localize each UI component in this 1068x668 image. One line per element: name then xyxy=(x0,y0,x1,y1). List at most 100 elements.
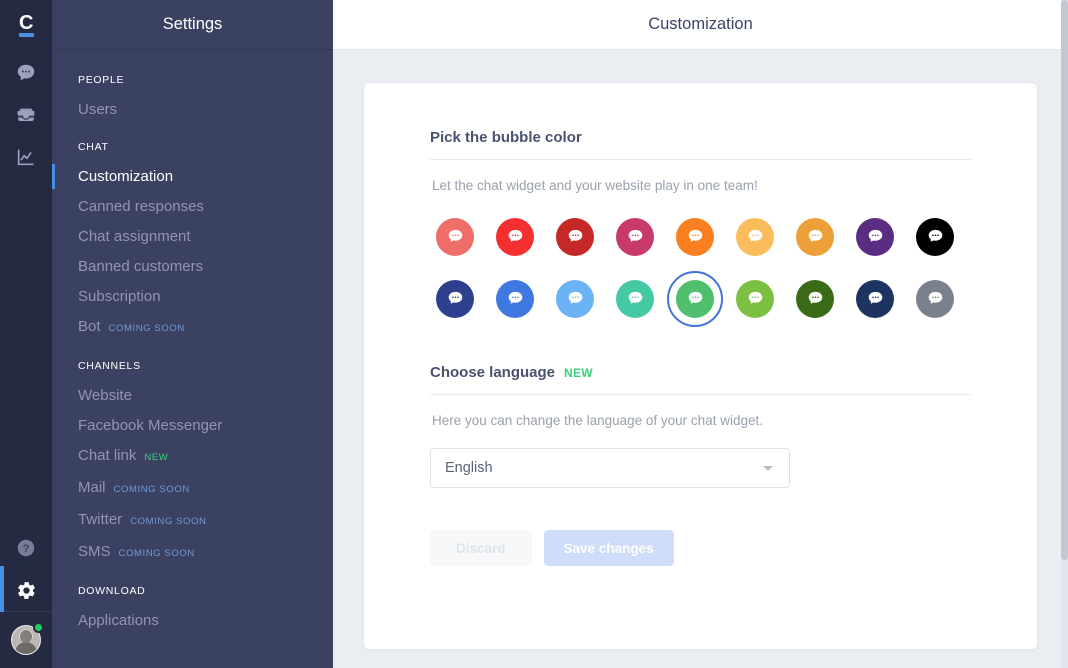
discard-button[interactable]: Discard xyxy=(430,530,532,566)
language-select[interactable]: English xyxy=(430,448,790,488)
form-actions: Discard Save changes xyxy=(430,530,971,566)
sidebar-item-chat-assignment[interactable]: Chat assignment xyxy=(52,222,333,252)
sidebar-item-banned-customers[interactable]: Banned customers xyxy=(52,252,333,282)
sidebar-item-canned-responses[interactable]: Canned responses xyxy=(52,192,333,222)
swatch-amber[interactable] xyxy=(785,209,845,264)
nav-group-label: CHANNELS xyxy=(78,360,141,372)
swatch-orange[interactable] xyxy=(665,209,725,264)
swatch-midnight[interactable] xyxy=(845,271,905,326)
bubble-swatch-circle xyxy=(496,217,534,256)
bubble-section-title-text: Pick the bubble color xyxy=(430,129,582,146)
chat-bubble-icon xyxy=(448,229,462,242)
bubble-swatch-circle xyxy=(556,279,594,318)
sidebar-item-customization[interactable]: Customization xyxy=(52,162,333,192)
chat-bubble-icon xyxy=(628,291,642,304)
bubble-swatch-circle xyxy=(616,279,654,318)
app-root: C ? Settings PEOPLE Users CHAT Customiza… xyxy=(0,0,1068,668)
swatch-light-amber[interactable] xyxy=(725,209,785,264)
swatch-gray[interactable] xyxy=(905,271,965,326)
nav-group-label: PEOPLE xyxy=(78,74,125,86)
sidebar-item-tag: NEW xyxy=(144,452,169,463)
rail-item-reports[interactable] xyxy=(0,136,52,178)
language-new-badge: NEW xyxy=(564,366,593,380)
swatch-teal[interactable] xyxy=(605,271,665,326)
sidebar-item-label: Bot xyxy=(78,318,101,335)
swatch-magenta[interactable] xyxy=(605,209,665,264)
swatch-navy-blue[interactable] xyxy=(425,271,485,326)
bubble-swatch-circle xyxy=(736,217,774,256)
sidebar-item-subscription[interactable]: Subscription xyxy=(52,282,333,312)
chat-bubble-icon xyxy=(808,229,822,242)
language-section-title: Choose language NEW xyxy=(430,364,971,395)
sidebar-item-website[interactable]: Website xyxy=(52,381,333,411)
chat-bubble-icon xyxy=(748,291,762,304)
bubble-swatch-circle xyxy=(556,217,594,256)
chat-bubble-icon xyxy=(748,229,762,242)
chat-bubble-icon xyxy=(508,229,522,242)
svg-text:?: ? xyxy=(23,543,30,555)
bubble-swatch-circle xyxy=(856,279,894,318)
bubble-section-title: Pick the bubble color xyxy=(430,129,971,160)
main-body: Pick the bubble color Let the chat widge… xyxy=(333,50,1068,668)
sidebar-item-sms[interactable]: SMS COMING SOON xyxy=(52,537,333,569)
nav-group: DOWNLOAD Applications xyxy=(52,585,333,636)
swatch-green[interactable] xyxy=(665,271,725,326)
language-section-description: Here you can change the language of your… xyxy=(432,413,763,428)
rail-item-help[interactable]: ? xyxy=(0,527,52,569)
language-select-value: English xyxy=(445,460,493,476)
customization-card: Pick the bubble color Let the chat widge… xyxy=(363,82,1038,650)
bubble-swatch-circle xyxy=(496,279,534,318)
chat-bubble-icon xyxy=(808,291,822,304)
rail-item-settings[interactable] xyxy=(0,566,52,612)
chat-bubble-icon xyxy=(868,229,882,242)
chat-bubble-icon xyxy=(868,291,882,304)
page-scrollbar[interactable] xyxy=(1061,0,1068,668)
swatch-salmon[interactable] xyxy=(425,209,485,264)
sidebar-item-applications[interactable]: Applications xyxy=(52,606,333,636)
bubble-swatch-circle xyxy=(676,217,714,256)
nav-group: CHANNELS Website Facebook Messenger Chat li… xyxy=(52,360,333,569)
sidebar-nav: PEOPLE Users CHAT Customization Canned respo… xyxy=(52,50,333,668)
swatch-blue[interactable] xyxy=(485,271,545,326)
bubble-swatch-circle xyxy=(796,217,834,256)
swatch-red[interactable] xyxy=(485,209,545,264)
sidebar-item-label: Customization xyxy=(78,168,174,185)
bubble-swatch-circle xyxy=(916,217,954,256)
sidebar-item-facebook-messenger[interactable]: Facebook Messenger xyxy=(52,411,333,441)
help-icon: ? xyxy=(15,537,37,559)
sidebar-item-label: Chat link xyxy=(78,447,137,464)
nav-group: PEOPLE Users xyxy=(52,74,333,125)
sidebar-item-label: Facebook Messenger xyxy=(78,417,223,434)
page-scrollbar-thumb[interactable] xyxy=(1061,0,1068,560)
swatch-lime[interactable] xyxy=(725,271,785,326)
swatch-black[interactable] xyxy=(905,209,965,264)
swatch-light-blue[interactable] xyxy=(545,271,605,326)
swatch-purple[interactable] xyxy=(845,209,905,264)
bubble-swatch-circle xyxy=(916,279,954,318)
main-area: Customization Pick the bubble color Let … xyxy=(333,0,1068,668)
app-logo[interactable]: C xyxy=(0,0,52,52)
settings-sidebar: Settings PEOPLE Users CHAT Customization Can… xyxy=(52,0,333,668)
sidebar-item-label: Canned responses xyxy=(78,198,204,215)
sidebar-item-label: Users xyxy=(78,101,118,118)
inbox-icon xyxy=(15,104,37,126)
sidebar-item-label: Twitter xyxy=(78,511,123,528)
sidebar-item-users[interactable]: Users xyxy=(52,95,333,125)
sidebar-item-mail[interactable]: Mail COMING SOON xyxy=(52,473,333,505)
sidebar-item-label: SMS xyxy=(78,543,111,560)
user-avatar[interactable] xyxy=(0,612,52,668)
status-badge xyxy=(33,622,44,633)
rail-item-chats[interactable] xyxy=(0,52,52,94)
bubble-swatch-circle xyxy=(856,217,894,256)
chat-bubble-icon xyxy=(928,291,942,304)
swatch-dark-red[interactable] xyxy=(545,209,605,264)
sidebar-item-chat-link[interactable]: Chat link NEW xyxy=(52,441,333,473)
bubble-swatch-circle xyxy=(436,279,474,318)
sidebar-item-bot[interactable]: Bot COMING SOON xyxy=(52,312,333,344)
rail-item-archives[interactable] xyxy=(0,94,52,136)
bubble-swatch-circle xyxy=(736,279,774,318)
swatch-dark-green[interactable] xyxy=(785,271,845,326)
save-changes-button[interactable]: Save changes xyxy=(543,530,674,566)
sidebar-item-twitter[interactable]: Twitter COMING SOON xyxy=(52,505,333,537)
chat-bubble-icon xyxy=(688,229,702,242)
